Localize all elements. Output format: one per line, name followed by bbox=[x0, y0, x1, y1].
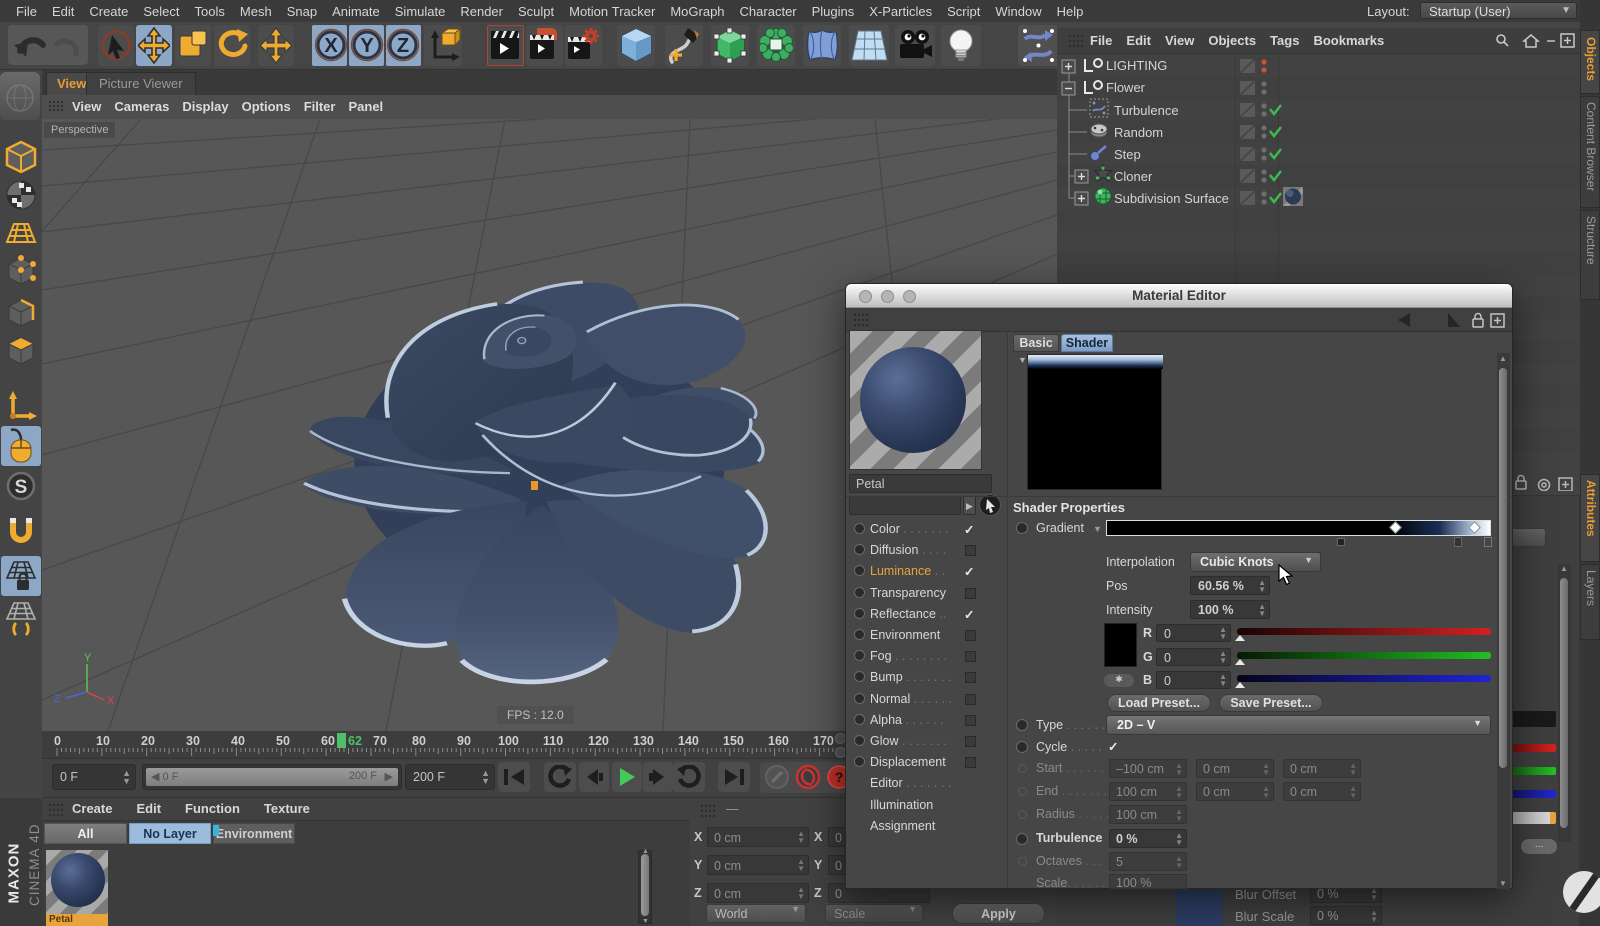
svg-text:Subdivision Surface: Subdivision Surface bbox=[1114, 191, 1229, 206]
svg-text:Turbulence: Turbulence bbox=[1114, 103, 1179, 118]
svg-text:30: 30 bbox=[186, 734, 200, 748]
svg-text:Z: Z bbox=[397, 35, 409, 57]
svg-text:Y: Y bbox=[360, 35, 374, 57]
svg-text:62: 62 bbox=[348, 734, 362, 748]
svg-text:Z: Z bbox=[54, 693, 61, 705]
svg-text:150: 150 bbox=[723, 734, 744, 748]
svg-text:LIGHTING: LIGHTING bbox=[1106, 58, 1167, 73]
svg-text:Flower: Flower bbox=[1106, 80, 1146, 95]
svg-text:140: 140 bbox=[678, 734, 699, 748]
svg-text:10: 10 bbox=[96, 734, 110, 748]
svg-text:60: 60 bbox=[321, 734, 335, 748]
svg-text:110: 110 bbox=[543, 734, 563, 748]
svg-text:X: X bbox=[107, 695, 115, 707]
svg-text:0: 0 bbox=[54, 734, 61, 748]
svg-text:70: 70 bbox=[373, 734, 387, 748]
svg-text:100: 100 bbox=[498, 734, 519, 748]
svg-text:?: ? bbox=[835, 769, 844, 785]
svg-text:50: 50 bbox=[276, 734, 290, 748]
svg-text:170: 170 bbox=[813, 734, 834, 748]
svg-text:X: X bbox=[324, 35, 338, 57]
svg-text:Step: Step bbox=[1114, 147, 1141, 162]
svg-text:90: 90 bbox=[457, 734, 471, 748]
svg-text:Random: Random bbox=[1114, 125, 1163, 140]
svg-text:120: 120 bbox=[588, 734, 609, 748]
svg-text:80: 80 bbox=[412, 734, 426, 748]
svg-text:130: 130 bbox=[633, 734, 654, 748]
svg-text:S: S bbox=[15, 477, 28, 498]
svg-text:160: 160 bbox=[768, 734, 789, 748]
svg-text:20: 20 bbox=[141, 734, 155, 748]
svg-text:40: 40 bbox=[231, 734, 245, 748]
svg-text:Y: Y bbox=[84, 652, 92, 664]
svg-text:Cloner: Cloner bbox=[1114, 169, 1153, 184]
